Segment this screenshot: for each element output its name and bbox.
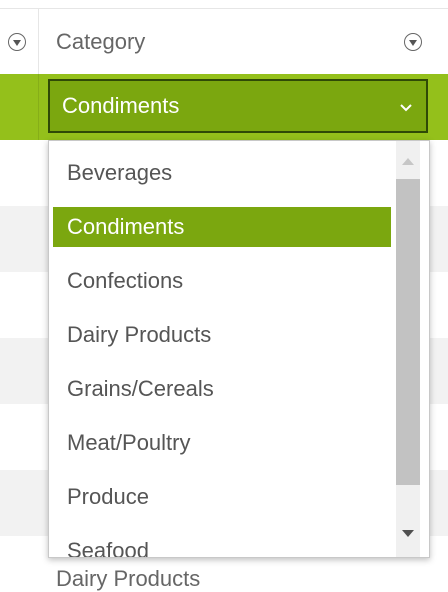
column-divider bbox=[38, 9, 39, 75]
option-grains-cereals[interactable]: Grains/Cereals bbox=[53, 369, 391, 409]
column-divider bbox=[38, 74, 39, 140]
chevron-down-icon[interactable] bbox=[398, 99, 414, 115]
scroll-down-arrow-icon[interactable] bbox=[396, 521, 420, 545]
category-combobox[interactable]: Condiments bbox=[48, 79, 428, 133]
combobox-value: Condiments bbox=[62, 93, 180, 118]
option-dairy-products[interactable]: Dairy Products bbox=[53, 315, 391, 355]
option-meat-poultry[interactable]: Meat/Poultry bbox=[53, 423, 391, 463]
option-confections[interactable]: Confections bbox=[53, 261, 391, 301]
grid-cell-category[interactable]: Dairy Products bbox=[56, 566, 200, 592]
option-beverages[interactable]: Beverages bbox=[53, 153, 391, 193]
data-grid: Category Condiments Beverages Condiments… bbox=[0, 0, 448, 591]
option-condiments[interactable]: Condiments bbox=[53, 207, 391, 247]
grid-header: Category bbox=[0, 8, 448, 76]
filter-icon[interactable] bbox=[8, 33, 26, 51]
category-dropdown-list: Beverages Condiments Confections Dairy P… bbox=[48, 140, 430, 558]
category-column-header[interactable]: Category bbox=[56, 29, 145, 55]
scroll-up-arrow-icon[interactable] bbox=[396, 149, 420, 173]
dropdown-scrollbar[interactable] bbox=[396, 141, 420, 557]
scrollbar-thumb[interactable] bbox=[396, 179, 420, 485]
option-seafood[interactable]: Seafood bbox=[53, 531, 391, 557]
category-filter-icon[interactable] bbox=[404, 33, 422, 51]
option-produce[interactable]: Produce bbox=[53, 477, 391, 517]
